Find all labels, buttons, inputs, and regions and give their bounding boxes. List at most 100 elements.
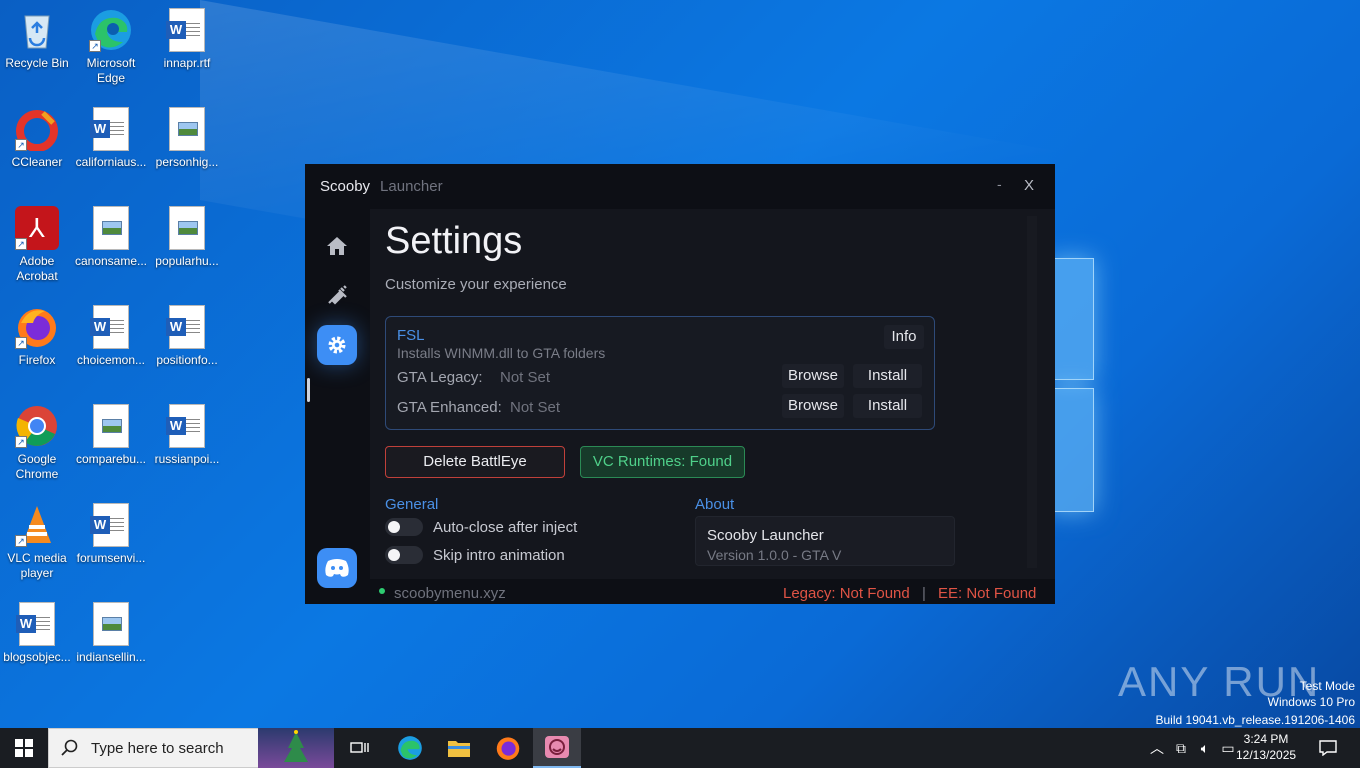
volume-icon[interactable]: 🔈︎ — [1194, 740, 1216, 757]
website-link[interactable]: scoobymenu.xyz — [394, 585, 506, 602]
edge-icon: ↗ — [89, 8, 133, 52]
desktop-icon-russianpoi[interactable]: W russianpoi... — [150, 404, 224, 467]
edge-icon — [398, 736, 422, 760]
notifications-button[interactable] — [1304, 728, 1352, 768]
taskbar-firefox[interactable] — [484, 728, 532, 768]
gta-legacy-install-button[interactable]: Install — [853, 364, 922, 388]
auto-close-toggle[interactable] — [385, 518, 423, 536]
task-view-button[interactable] — [336, 728, 384, 768]
desktop-icon-popularhu[interactable]: popularhu... — [150, 206, 224, 269]
desktop-icon-indiansellin[interactable]: indiansellin... — [74, 602, 148, 665]
gear-icon — [328, 336, 346, 354]
about-app-name: Scooby Launcher — [707, 527, 824, 544]
gta-enhanced-install-button[interactable]: Install — [853, 394, 922, 418]
chevron-up-icon[interactable]: ︿ — [1150, 738, 1168, 758]
desktop-icon-microsoft-edge[interactable]: ↗ Microsoft Edge — [74, 8, 148, 86]
image-document-icon — [89, 404, 133, 448]
fsl-title: FSL — [397, 327, 425, 344]
taskbar-file-explorer[interactable] — [435, 728, 483, 768]
skip-intro-toggle[interactable] — [385, 546, 423, 564]
taskbar-edge[interactable] — [386, 728, 434, 768]
folder-icon — [448, 741, 470, 757]
taskbar-scooby-launcher[interactable] — [533, 728, 581, 768]
fsl-description: Installs WINMM.dll to GTA folders — [397, 345, 606, 361]
desktop-icon-forumsenvi[interactable]: W forumsenvi... — [74, 503, 148, 566]
minimize-button[interactable]: - — [997, 176, 1002, 192]
image-document-icon — [165, 107, 209, 151]
gta-enhanced-browse-button[interactable]: Browse — [782, 394, 844, 418]
desktop-icon-positionfo[interactable]: W positionfo... — [150, 305, 224, 368]
about-box: Scooby Launcher Version 1.0.0 - GTA V — [695, 516, 955, 566]
auto-close-toggle-row[interactable]: Auto-close after inject — [385, 518, 577, 536]
desktop-icon-innapr[interactable]: W innapr.rtf — [150, 8, 224, 71]
taskbar: Type here to search ︿ ⧉ 🔈︎ ▭ 3:24 PM 12/… — [0, 728, 1360, 768]
app-subtitle: Launcher — [380, 178, 443, 195]
app-title: Scooby — [320, 178, 371, 195]
ccleaner-icon: ↗ — [15, 107, 59, 152]
desktop-icon-adobe-acrobat[interactable]: ⅄ ↗ Adobe Acrobat — [0, 206, 74, 284]
firefox-icon: ↗ — [15, 305, 59, 349]
desktop-icon-canonsame[interactable]: canonsame... — [74, 206, 148, 269]
word-document-icon: W — [89, 107, 133, 151]
image-document-icon — [165, 206, 209, 250]
gta-enhanced-label: GTA Enhanced: — [397, 399, 502, 416]
gta-legacy-browse-button[interactable]: Browse — [782, 364, 844, 388]
gta-legacy-path: Not Set — [500, 369, 551, 386]
image-document-icon — [89, 602, 133, 646]
online-status-dot — [379, 588, 385, 594]
nav-settings[interactable] — [317, 325, 357, 365]
desktop-icon-blogsobjec[interactable]: W blogsobjec... — [0, 602, 74, 665]
ee-status: EE: Not Found — [938, 585, 1037, 602]
page-title: Settings — [385, 220, 523, 262]
search-icon — [61, 739, 78, 756]
windows-edition-text: Windows 10 Pro — [1267, 695, 1355, 709]
acrobat-icon: ⅄ ↗ — [15, 206, 59, 250]
skip-intro-toggle-row[interactable]: Skip intro animation — [385, 546, 565, 564]
chrome-icon: ↗ — [15, 404, 59, 448]
start-button[interactable] — [0, 728, 48, 768]
word-document-icon: W — [89, 503, 133, 547]
desktop-icon-personhig[interactable]: personhig... — [150, 107, 224, 170]
desktop-icon-google-chrome[interactable]: ↗ Google Chrome — [0, 404, 74, 482]
vc-runtimes-status[interactable]: VC Runtimes: Found — [580, 446, 745, 478]
desktop-icon-comparebu[interactable]: comparebu... — [74, 404, 148, 467]
about-version: Version 1.0.0 - GTA V — [707, 547, 842, 563]
active-nav-indicator — [307, 378, 310, 402]
taskbar-clock[interactable]: 3:24 PM 12/13/2025 — [1236, 731, 1296, 763]
system-tray: ︿ ⧉ 🔈︎ ▭ — [1150, 728, 1240, 768]
word-document-icon: W — [89, 305, 133, 349]
test-mode-text: Test Mode — [1299, 679, 1355, 693]
search-placeholder: Type here to search — [91, 739, 224, 757]
nav-home[interactable] — [317, 226, 357, 266]
skip-intro-label: Skip intro animation — [433, 546, 565, 564]
scooby-app-icon — [545, 736, 569, 758]
fsl-info-button[interactable]: Info — [884, 325, 924, 349]
desktop-icon-ccleaner[interactable]: ↗ CCleaner — [0, 107, 74, 170]
desktop-icon-recycle-bin[interactable]: Recycle Bin — [0, 8, 74, 71]
close-button[interactable]: X — [1024, 177, 1034, 194]
build-text: Build 19041.vb_release.191206-1406 — [1155, 713, 1356, 727]
scrollbar[interactable] — [1027, 216, 1037, 568]
vlc-icon: ↗ — [15, 503, 59, 547]
notification-icon — [1319, 740, 1337, 756]
page-subtitle: Customize your experience — [385, 276, 567, 293]
sidebar-nav — [305, 209, 370, 604]
word-document-icon: W — [165, 305, 209, 349]
clock-time: 3:24 PM — [1243, 732, 1289, 746]
meet-now-icon[interactable]: ⧉ — [1168, 740, 1194, 757]
window-titlebar[interactable]: Scooby Launcher - X — [305, 164, 1055, 209]
delete-battleye-button[interactable]: Delete BattlEye — [385, 446, 565, 478]
status-footer: scoobymenu.xyz Legacy: Not Found | EE: N… — [305, 579, 1055, 604]
desktop-icon-choicemon[interactable]: W choicemon... — [74, 305, 148, 368]
word-document-icon: W — [165, 404, 209, 448]
desktop-icon-firefox[interactable]: ↗ Firefox — [0, 305, 74, 368]
desktop-icon-vlc[interactable]: ↗ VLC media player — [0, 503, 74, 581]
gta-legacy-label: GTA Legacy: — [397, 369, 483, 386]
nav-inject[interactable] — [317, 275, 357, 315]
desktop-icon-californiaus[interactable]: W californiaus... — [74, 107, 148, 170]
windows-start-icon — [15, 739, 33, 757]
syringe-icon — [328, 285, 347, 305]
word-document-icon: W — [15, 602, 59, 646]
search-highlight-image — [258, 728, 334, 768]
image-document-icon — [89, 206, 133, 250]
